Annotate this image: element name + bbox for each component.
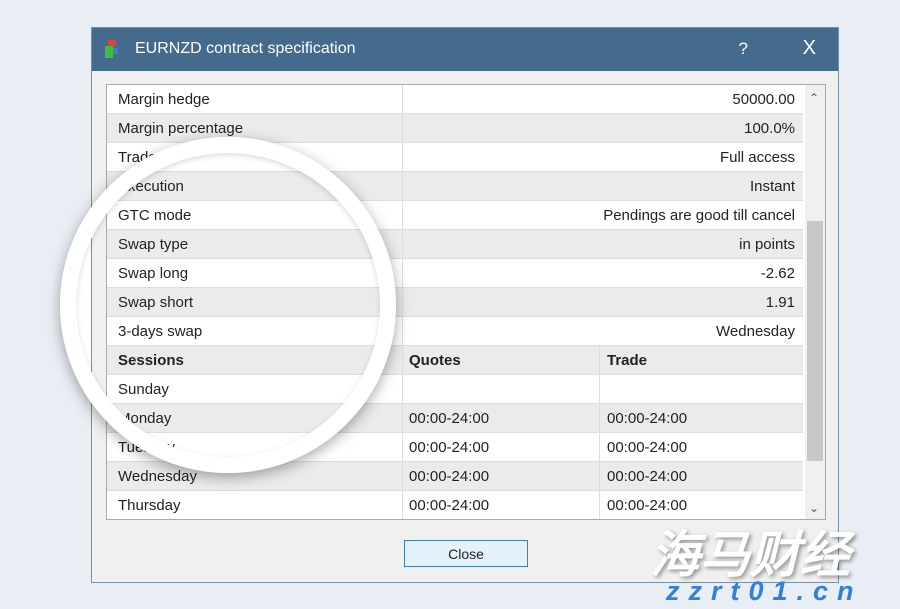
column-divider xyxy=(402,404,403,432)
magnifier-ring xyxy=(60,137,396,473)
column-divider xyxy=(402,172,403,200)
column-divider xyxy=(402,317,403,345)
column-divider xyxy=(599,375,600,403)
app-icon xyxy=(105,40,118,58)
column-divider xyxy=(599,491,600,519)
column-divider xyxy=(599,433,600,461)
spec-value: 100.0% xyxy=(744,120,795,137)
scroll-up-icon[interactable]: ⌃ xyxy=(809,91,819,105)
session-cell: 00:00-24:00 xyxy=(409,439,490,456)
session-cell: Thursday xyxy=(118,497,181,514)
column-divider xyxy=(402,85,403,113)
title-bar: EURNZD contract specification ? X xyxy=(92,28,838,71)
session-cell: 00:00-24:00 xyxy=(607,439,688,456)
column-divider xyxy=(402,143,403,171)
spec-value: Wednesday xyxy=(716,323,795,340)
spec-value: 50000.00 xyxy=(732,91,795,108)
column-divider xyxy=(402,288,403,316)
column-divider xyxy=(402,462,403,490)
spec-value: Full access xyxy=(719,149,795,166)
close-button[interactable]: Close xyxy=(404,540,528,567)
column-divider xyxy=(402,230,403,258)
session-cell: 00:00-24:00 xyxy=(409,410,490,427)
session-cell: 00:00-24:00 xyxy=(607,497,688,514)
spec-value: in points xyxy=(739,236,795,253)
column-divider xyxy=(402,201,403,229)
spec-row: Margin hedge 50000.00 xyxy=(107,85,803,114)
spec-label: Margin hedge xyxy=(118,91,210,108)
column-divider xyxy=(402,259,403,287)
session-cell: 00:00-24:00 xyxy=(409,468,490,485)
column-header: Quotes xyxy=(409,352,461,369)
spec-value: -2.62 xyxy=(760,265,795,282)
session-cell: 00:00-24:00 xyxy=(409,497,490,514)
session-cell: Wednesday xyxy=(118,468,197,485)
column-divider xyxy=(599,346,600,374)
column-divider xyxy=(599,462,600,490)
column-divider xyxy=(402,433,403,461)
close-icon[interactable]: X xyxy=(803,37,816,60)
column-divider xyxy=(599,404,600,432)
session-cell: 00:00-24:00 xyxy=(607,410,688,427)
column-divider xyxy=(402,346,403,374)
spec-value: 1.91 xyxy=(765,294,795,311)
scroll-down-icon[interactable]: ⌄ xyxy=(809,501,819,515)
scrollbar-thumb[interactable] xyxy=(807,221,823,461)
spec-label: Margin percentage xyxy=(118,120,244,137)
scrollbar[interactable]: ⌃ ⌄ xyxy=(805,85,825,519)
session-cell: 00:00-24:00 xyxy=(607,468,688,485)
watermark-url: zzrt01.cn xyxy=(666,576,863,606)
column-divider xyxy=(402,114,403,142)
column-divider xyxy=(402,491,403,519)
column-divider xyxy=(402,375,403,403)
dialog-title: EURNZD contract specification xyxy=(135,40,356,57)
spec-value: Pendings are good till cancel xyxy=(603,207,795,224)
help-button[interactable]: ? xyxy=(739,39,748,59)
spec-value: Instant xyxy=(749,178,795,195)
column-header: Trade xyxy=(607,352,648,369)
